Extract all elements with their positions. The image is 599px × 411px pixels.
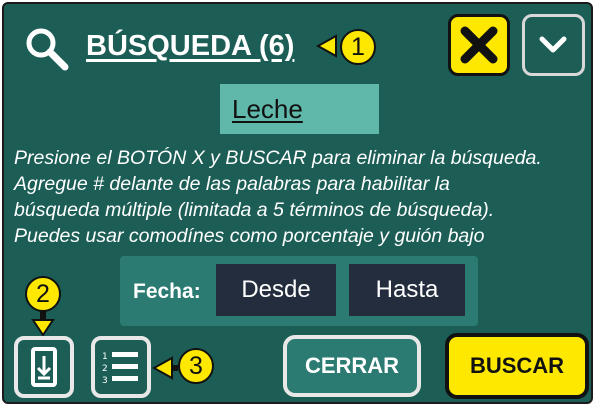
page-title: BÚSQUEDA (6) [86,30,295,62]
date-filter-label: Fecha: [133,280,201,303]
callout-arrow-1 [315,34,340,58]
svg-text:1: 1 [102,352,108,362]
clear-search-button[interactable] [448,14,510,76]
download-device-icon [31,347,57,387]
help-text: Presione el BOTÓN X y BUSCAR para elimin… [14,145,584,249]
callout-badge-1: 1 [340,29,376,65]
callout-badge-2: 2 [25,276,61,312]
chevron-down-icon [539,36,567,53]
help-line: Presione el BOTÓN X y BUSCAR para elimin… [14,147,542,169]
search-button[interactable]: BUSCAR [445,333,589,399]
callout-arrow-3 [151,356,178,380]
list-button[interactable]: 1 2 3 [91,336,151,398]
date-to-field[interactable]: Hasta [349,264,465,316]
help-line: Agregue # delante de las palabras para h… [14,173,450,195]
numbered-list-icon: 1 2 3 [102,352,138,386]
close-button[interactable]: CERRAR [283,335,421,397]
svg-text:2: 2 [102,364,108,374]
date-from-field[interactable]: Desde [216,264,336,316]
collapse-button[interactable] [522,14,585,76]
help-line: Puedes usar comodínes como porcentaje y … [14,225,485,247]
search-term-field[interactable]: Leche [220,84,379,134]
help-line: búsqueda múltiple (limitada a 5 términos… [14,199,495,221]
export-button[interactable] [14,336,74,398]
svg-text:3: 3 [102,376,108,386]
search-icon [22,24,70,72]
callout-badge-3: 3 [178,348,214,384]
callout-arrow-2 [31,311,55,337]
close-icon [460,26,498,64]
